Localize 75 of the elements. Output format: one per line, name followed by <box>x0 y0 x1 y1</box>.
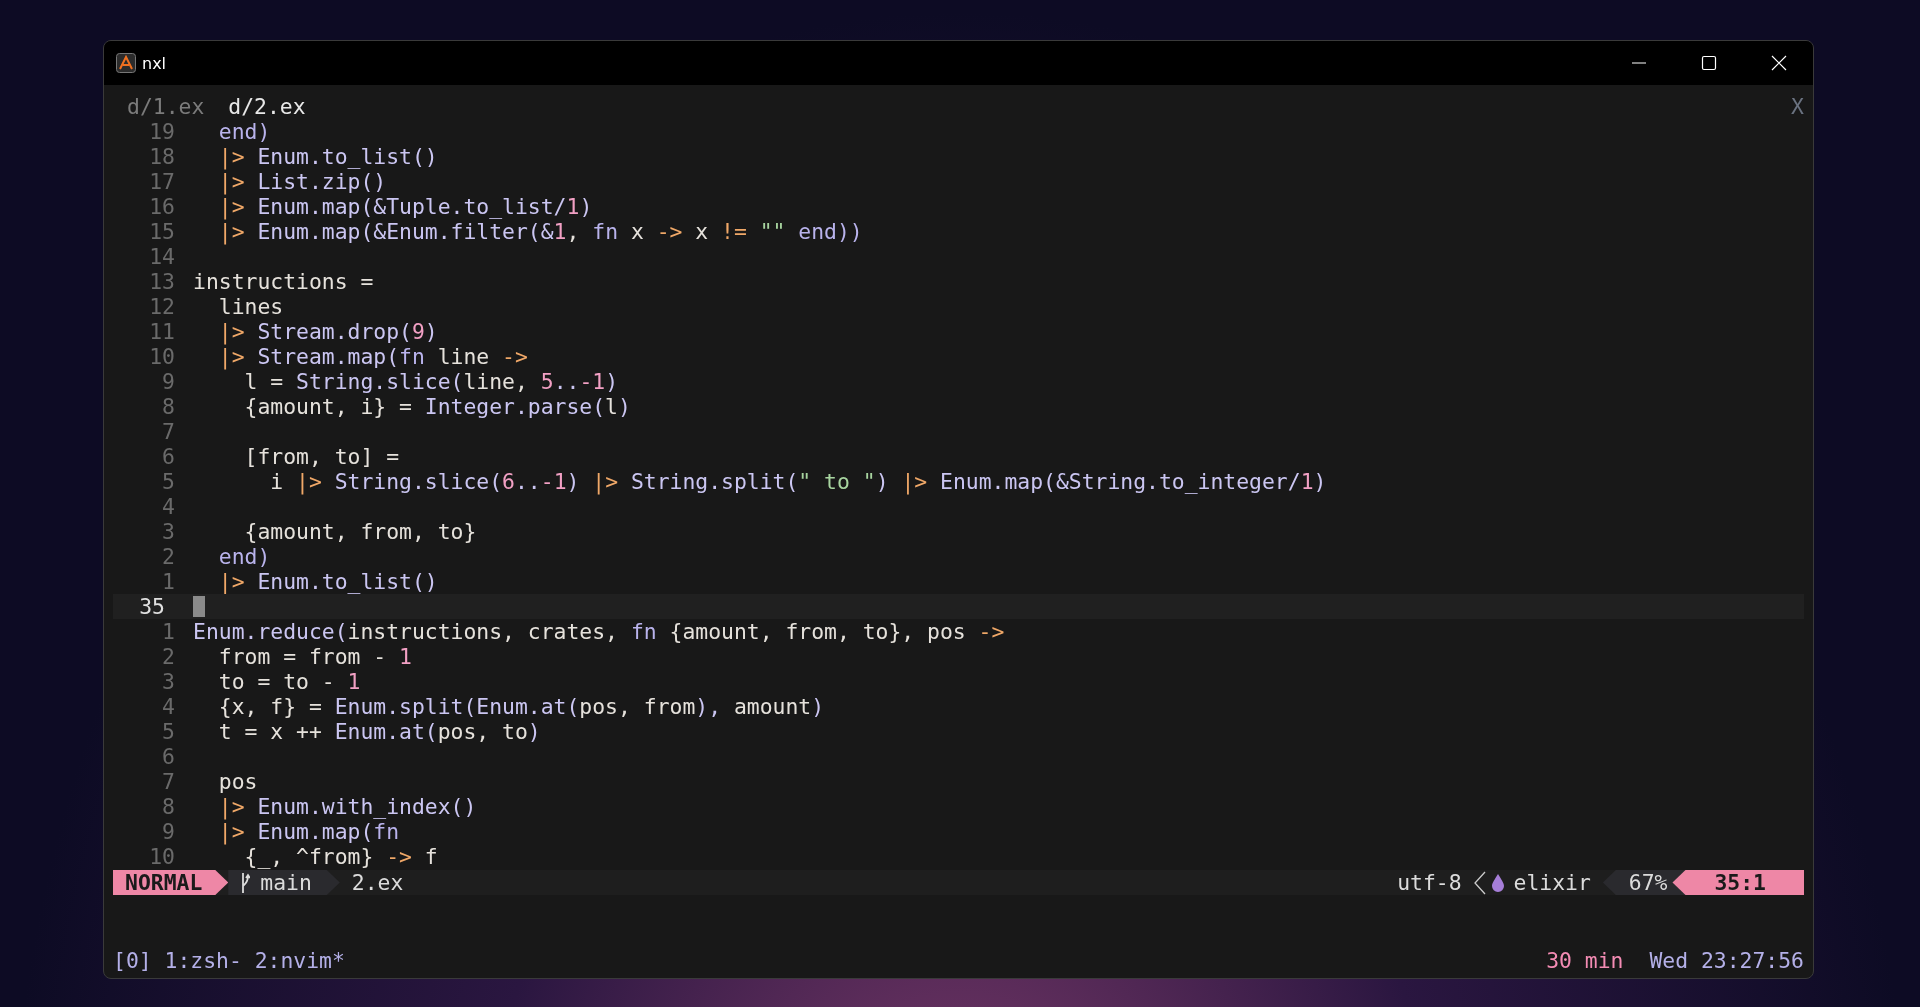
separator-chevron-icon <box>1473 870 1486 895</box>
code-line: l = String.slice(line, 5..-1) <box>244 369 619 394</box>
timer-text: 30 min <box>1546 948 1624 973</box>
line-number: 2 <box>161 544 175 569</box>
line-number: 7 <box>161 769 175 794</box>
line-number: 8 <box>161 794 175 819</box>
close-buffer-button[interactable]: X <box>1791 94 1804 119</box>
code-line: |> Stream.map(fn line -> <box>217 344 528 369</box>
buffer-tab[interactable]: d/1.ex <box>127 94 205 119</box>
line-number: 8 <box>161 394 175 419</box>
line-number: 5 <box>161 719 175 744</box>
line-number: 4 <box>161 494 175 519</box>
code-line: |> Enum.map(&Enum.filter(&1, fn x -> x != "" end)) <box>217 219 863 244</box>
file-type: elixir <box>1513 870 1591 895</box>
line-number: 35 <box>138 594 165 619</box>
code-line: t = x ++ Enum.at(pos, to) <box>217 719 541 744</box>
line-number: 5 <box>161 469 175 494</box>
close-icon[interactable] <box>1771 55 1787 71</box>
line-number: 13 <box>148 269 175 294</box>
line-number: 16 <box>148 194 175 219</box>
line-number: 18 <box>148 144 175 169</box>
line-number: 3 <box>161 519 175 544</box>
code-line: [from, to] = <box>243 444 400 469</box>
code-line: from = from - 1 <box>217 644 412 669</box>
line-number: 12 <box>148 294 175 319</box>
cursor-position: 35:1 <box>1672 870 1804 895</box>
line-number: 11 <box>148 319 175 344</box>
line-number: 4 <box>161 694 175 719</box>
line-number: 9 <box>161 369 175 394</box>
code-line: {_, ^from} -> f <box>244 844 438 869</box>
code-line: i |> String.slice(6..-1) |> String.split(" to ") |> Enum.map(&String.to_integer/1) <box>269 469 1327 494</box>
code-line: |> Stream.drop(9) <box>217 319 438 344</box>
code-line: |> Enum.map(fn <box>217 819 400 844</box>
window-title: nxl <box>142 53 167 73</box>
git-branch-icon <box>240 871 251 894</box>
mode-indicator: NORMAL <box>113 870 229 895</box>
line-number: 1 <box>161 619 175 644</box>
code-line: Enum.reduce(instructions, crates, fn {amount, from, to}, pos -> <box>193 619 1005 644</box>
line-number: 10 <box>148 344 175 369</box>
drop-icon <box>1491 873 1504 892</box>
line-number: 7 <box>161 419 175 444</box>
code-line: {amount, i} = Integer.parse(l) <box>243 394 631 419</box>
line-number: 15 <box>148 219 175 244</box>
code-line: |> Enum.map(&Tuple.to_list/1) <box>217 194 593 219</box>
code-line: |> Enum.to_list() <box>217 569 438 594</box>
code-line: end) <box>217 544 271 569</box>
code-line: lines <box>217 294 284 319</box>
file-name: 2.ex <box>351 870 404 895</box>
code-line: |> List.zip() <box>217 169 387 194</box>
code-line: {x, f} = Enum.split(Enum.at(pos, from), amount) <box>217 694 825 719</box>
code-line: end) <box>217 119 271 144</box>
line-number: 1 <box>161 569 175 594</box>
line-number: 19 <box>148 119 175 144</box>
line-number: 3 <box>161 669 175 694</box>
git-branch: main <box>260 870 312 895</box>
line-number: 17 <box>148 169 175 194</box>
clock-text: Wed 23:27:56 <box>1649 948 1804 973</box>
code-line: to = to - 1 <box>217 669 361 694</box>
buffer-tab[interactable]: d/2.ex <box>228 94 306 119</box>
line-number: 14 <box>148 244 175 269</box>
code-line: pos <box>217 769 258 794</box>
text-cursor <box>193 596 205 617</box>
code-line: instructions = <box>193 269 374 294</box>
code-line: |> Enum.to_list() <box>217 144 438 169</box>
line-number: 9 <box>161 819 175 844</box>
code-line: |> Enum.with_index() <box>217 794 477 819</box>
file-encoding: utf-8 <box>1397 870 1462 895</box>
line-number: 2 <box>161 644 175 669</box>
line-number: 6 <box>161 444 175 469</box>
code-line: {amount, from, to} <box>243 519 477 544</box>
line-number: 6 <box>161 744 175 769</box>
maximize-icon[interactable] <box>1701 55 1717 71</box>
tmux-window-list: [0] 1:zsh- 2:nvim* <box>113 948 345 973</box>
line-number: 10 <box>148 844 175 869</box>
app-icon <box>116 53 136 73</box>
